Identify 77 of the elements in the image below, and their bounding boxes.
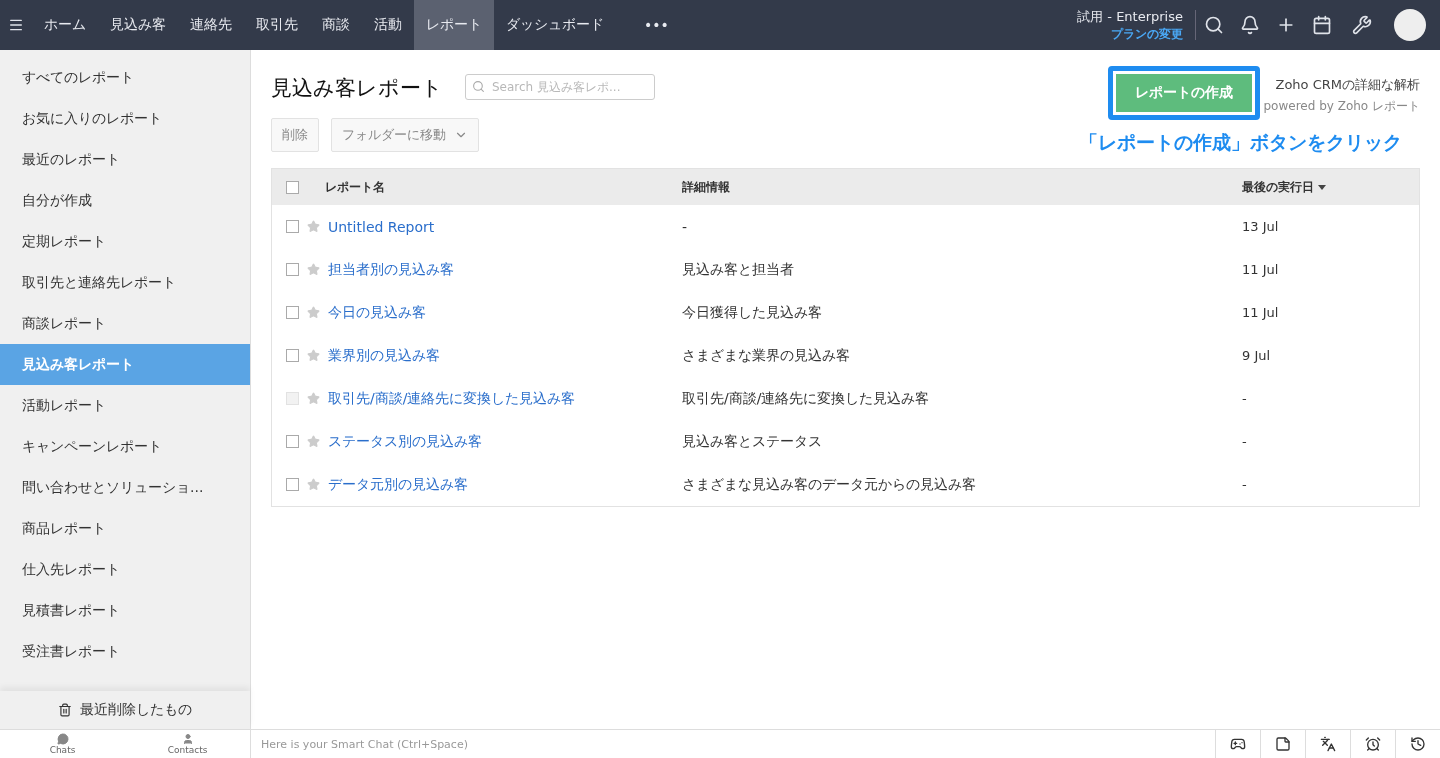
trash-icon — [58, 703, 72, 717]
sidebar-item[interactable]: 取引先と連絡先レポート — [0, 262, 250, 303]
nav-tab[interactable]: ホーム — [32, 0, 98, 50]
star-icon[interactable] — [307, 435, 320, 448]
star-icon[interactable] — [307, 263, 320, 276]
report-link[interactable]: データ元別の見込み客 — [328, 475, 468, 494]
row-checkbox[interactable] — [286, 306, 299, 319]
table-cell: 見込み客と担当者 — [682, 260, 794, 279]
sidebar-item[interactable]: 仕入先レポート — [0, 549, 250, 590]
table-cell: - — [682, 218, 688, 235]
table-cell: さまざまな業界の見込み客 — [682, 346, 850, 365]
avatar[interactable] — [1394, 9, 1426, 41]
sidebar-item[interactable]: 問い合わせとソリューショ... — [0, 467, 250, 508]
sidebar-item[interactable]: 定期レポート — [0, 221, 250, 262]
table-cell: 今日獲得した見込み客 — [682, 303, 822, 322]
table-cell: さまざまな見込み客のデータ元からの見込み客 — [682, 475, 976, 494]
row-checkbox[interactable] — [286, 349, 299, 362]
sidebar-item[interactable]: 見積書レポート — [0, 590, 250, 631]
delete-button[interactable]: 削除 — [271, 118, 319, 152]
chat-bubble-icon — [56, 733, 69, 745]
nav-tab[interactable]: ダッシュボード — [494, 0, 616, 50]
table-cell: 見込み客とステータス — [682, 432, 822, 451]
star-icon[interactable] — [307, 220, 320, 233]
nav-tab[interactable]: 見込み客 — [98, 0, 178, 50]
table-cell: - — [1242, 391, 1247, 406]
sidebar-item[interactable]: キャンペーンレポート — [0, 426, 250, 467]
sidebar-item[interactable]: お気に入りのレポート — [0, 98, 250, 139]
nav-tab[interactable]: レポート — [414, 0, 494, 50]
table-cell: 11 Jul — [1242, 305, 1279, 320]
column-header[interactable]: レポート名 — [325, 178, 385, 196]
recently-deleted-link[interactable]: 最近削除したもの — [80, 701, 192, 719]
sidebar-item[interactable]: 受注書レポート — [0, 631, 250, 672]
page-title: 見込み客レポート — [271, 75, 443, 102]
report-link[interactable]: 今日の見込み客 — [328, 303, 426, 322]
table-cell: 11 Jul — [1242, 262, 1279, 277]
star-icon[interactable] — [307, 392, 320, 405]
row-checkbox[interactable] — [286, 220, 299, 233]
annotation-text: 「レポートの作成」ボタンをクリック — [1079, 130, 1402, 155]
table-cell: 9 Jul — [1242, 348, 1271, 363]
sidebar-item[interactable]: 商品レポート — [0, 508, 250, 549]
row-checkbox[interactable] — [286, 263, 299, 276]
sidebar-item[interactable]: 自分が作成 — [0, 180, 250, 221]
nav-tab[interactable]: 連絡先 — [178, 0, 244, 50]
row-checkbox[interactable] — [286, 435, 299, 448]
promo-subtext: powered by Zoho レポート — [1263, 97, 1420, 115]
report-link[interactable]: 業界別の見込み客 — [328, 346, 440, 365]
nav-tab[interactable]: 取引先 — [244, 0, 310, 50]
plan-label: 試用 - Enterprise — [1077, 7, 1183, 26]
report-link[interactable]: 担当者別の見込み客 — [328, 260, 454, 279]
person-icon — [181, 733, 194, 745]
report-link[interactable]: ステータス別の見込み客 — [328, 432, 482, 451]
row-checkbox[interactable] — [286, 478, 299, 491]
report-link[interactable]: Untitled Report — [328, 218, 435, 235]
select-all-checkbox[interactable] — [286, 180, 299, 194]
table-cell: 13 Jul — [1242, 219, 1279, 234]
table-cell: 取引先/商談/連絡先に変換した見込み客 — [682, 389, 930, 408]
table-cell: - — [1242, 477, 1247, 492]
change-plan-link[interactable]: プランの変更 — [1111, 25, 1183, 43]
table-cell: - — [1242, 434, 1247, 449]
sidebar-item[interactable]: 最近のレポート — [0, 139, 250, 180]
contacts-tab[interactable]: Contacts — [125, 730, 250, 758]
column-header[interactable]: 詳細情報 — [682, 178, 730, 196]
move-to-folder-button[interactable]: フォルダーに移動 — [331, 118, 479, 152]
star-icon[interactable] — [307, 349, 320, 362]
nav-tab[interactable]: 活動 — [362, 0, 414, 50]
sort-icon[interactable] — [1318, 184, 1326, 190]
sidebar-item[interactable]: 商談レポート — [0, 303, 250, 344]
star-icon[interactable] — [307, 478, 320, 491]
nav-tab[interactable]: 商談 — [310, 0, 362, 50]
search-field[interactable]: Search 見込み客レポ... — [465, 74, 655, 100]
column-header[interactable]: 最後の実行日 — [1242, 178, 1314, 196]
promo-text: Zoho CRMの詳細な解析 — [1275, 75, 1420, 94]
sidebar-item[interactable]: すべてのレポート — [0, 57, 250, 98]
sidebar-item[interactable]: 活動レポート — [0, 385, 250, 426]
star-icon[interactable] — [307, 306, 320, 319]
chats-tab[interactable]: Chats — [0, 730, 125, 758]
more-tab[interactable]: ••• — [632, 0, 681, 50]
